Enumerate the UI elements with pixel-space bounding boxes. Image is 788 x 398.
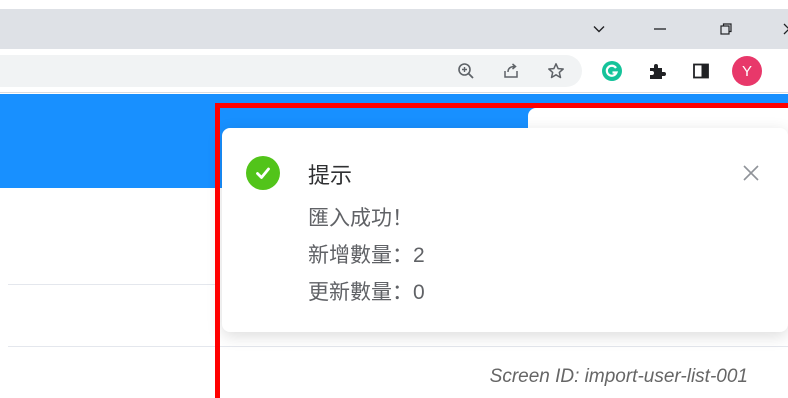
profile-avatar[interactable]: Y xyxy=(732,56,762,86)
browser-titlebar xyxy=(0,9,788,49)
extensions-icon xyxy=(650,64,666,79)
highlight-box xyxy=(215,103,788,398)
share-button[interactable] xyxy=(499,59,523,83)
bookmark-button[interactable] xyxy=(544,59,568,83)
minimize-icon xyxy=(654,28,666,30)
zoom-icon xyxy=(458,63,474,79)
divider xyxy=(8,284,220,285)
restore-icon xyxy=(720,23,732,35)
chevron-down-icon xyxy=(593,26,605,33)
zoom-button[interactable] xyxy=(454,59,478,83)
restore-button[interactable] xyxy=(703,18,749,40)
share-icon xyxy=(504,63,518,78)
tab-search-button[interactable] xyxy=(576,18,622,40)
side-panel-icon xyxy=(693,63,709,79)
close-window-button[interactable] xyxy=(766,18,788,40)
bookmark-star-icon xyxy=(548,63,564,79)
screen: Y Screen ID: import-user-list-001 提示 匯入成… xyxy=(0,0,788,398)
minimize-button[interactable] xyxy=(637,18,683,40)
browser-toolbar: Y xyxy=(0,49,788,93)
side-panel-button[interactable] xyxy=(689,59,713,83)
close-window-icon xyxy=(783,23,788,35)
grammarly-icon xyxy=(602,61,622,81)
title-strip xyxy=(0,0,788,9)
grammarly-extension-button[interactable] xyxy=(600,59,624,83)
address-bar[interactable] xyxy=(0,55,582,87)
extensions-button[interactable] xyxy=(645,59,669,83)
